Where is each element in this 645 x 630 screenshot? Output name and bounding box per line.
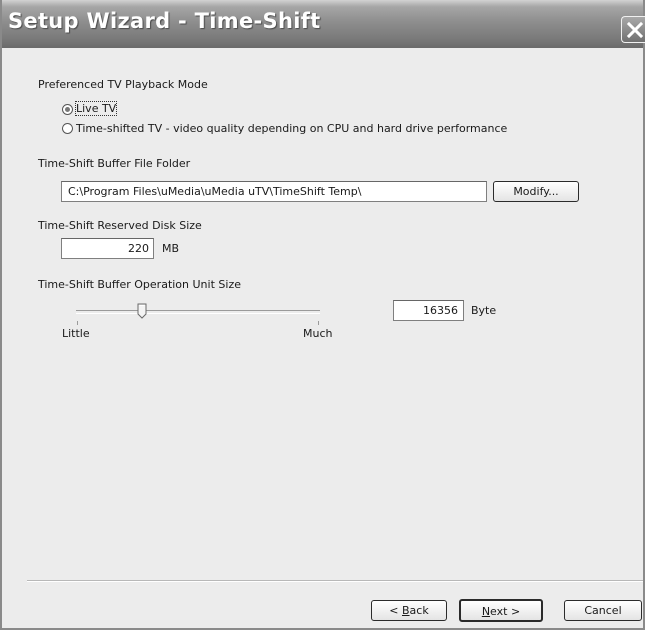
footer-separator — [27, 580, 643, 582]
title-bar[interactable]: Setup Wizard - Time-Shift — [2, 0, 645, 48]
cancel-button[interactable]: Cancel — [564, 600, 642, 621]
close-icon — [627, 22, 643, 38]
back-button-label: < Back — [389, 604, 429, 617]
modify-button[interactable]: Modify... — [493, 181, 579, 202]
unit-size-value: 16356 — [423, 304, 458, 317]
reserved-disk-size-unit: MB — [162, 242, 180, 255]
reserved-disk-size-value: 220 — [128, 242, 149, 255]
setup-wizard-window: Setup Wizard - Time-Shift Preferenced TV… — [0, 0, 645, 630]
unit-size-input[interactable]: 16356 — [393, 300, 464, 321]
live-tv-label[interactable]: Live TV — [74, 101, 118, 116]
playback-mode-heading: Preferenced TV Playback Mode — [38, 78, 208, 91]
reserved-disk-size-input[interactable]: 220 — [61, 238, 154, 259]
time-shifted-tv-label[interactable]: Time-shifted TV - video quality dependin… — [76, 122, 507, 135]
window-title: Setup Wizard - Time-Shift — [8, 9, 321, 33]
unit-size-slider-track[interactable] — [76, 310, 320, 314]
next-button-label: Next > — [481, 605, 521, 618]
live-tv-radio[interactable] — [62, 104, 73, 115]
unit-size-slider-thumb[interactable] — [137, 303, 147, 319]
buffer-folder-path-text: C:\Program Files\uMedia\uMedia uTV\TimeS… — [68, 185, 362, 198]
unit-size-unit: Byte — [471, 304, 497, 317]
operation-unit-size-heading: Time-Shift Buffer Operation Unit Size — [38, 278, 241, 291]
back-button[interactable]: < Back — [371, 600, 447, 621]
wizard-content: Preferenced TV Playback Mode Live TV Tim… — [4, 48, 643, 628]
next-button[interactable]: Next > — [459, 599, 543, 622]
slider-max-label: Much — [303, 327, 333, 340]
close-button[interactable] — [621, 16, 645, 43]
slider-tick-max — [318, 321, 319, 325]
slider-min-label: Little — [62, 327, 90, 340]
reserved-disk-size-heading: Time-Shift Reserved Disk Size — [38, 219, 202, 232]
buffer-folder-path-field[interactable]: C:\Program Files\uMedia\uMedia uTV\TimeS… — [61, 181, 487, 202]
slider-tick-min — [77, 321, 78, 325]
time-shifted-tv-radio[interactable] — [62, 123, 73, 134]
slider-thumb-icon — [137, 303, 147, 319]
buffer-folder-heading: Time-Shift Buffer File Folder — [38, 157, 191, 170]
